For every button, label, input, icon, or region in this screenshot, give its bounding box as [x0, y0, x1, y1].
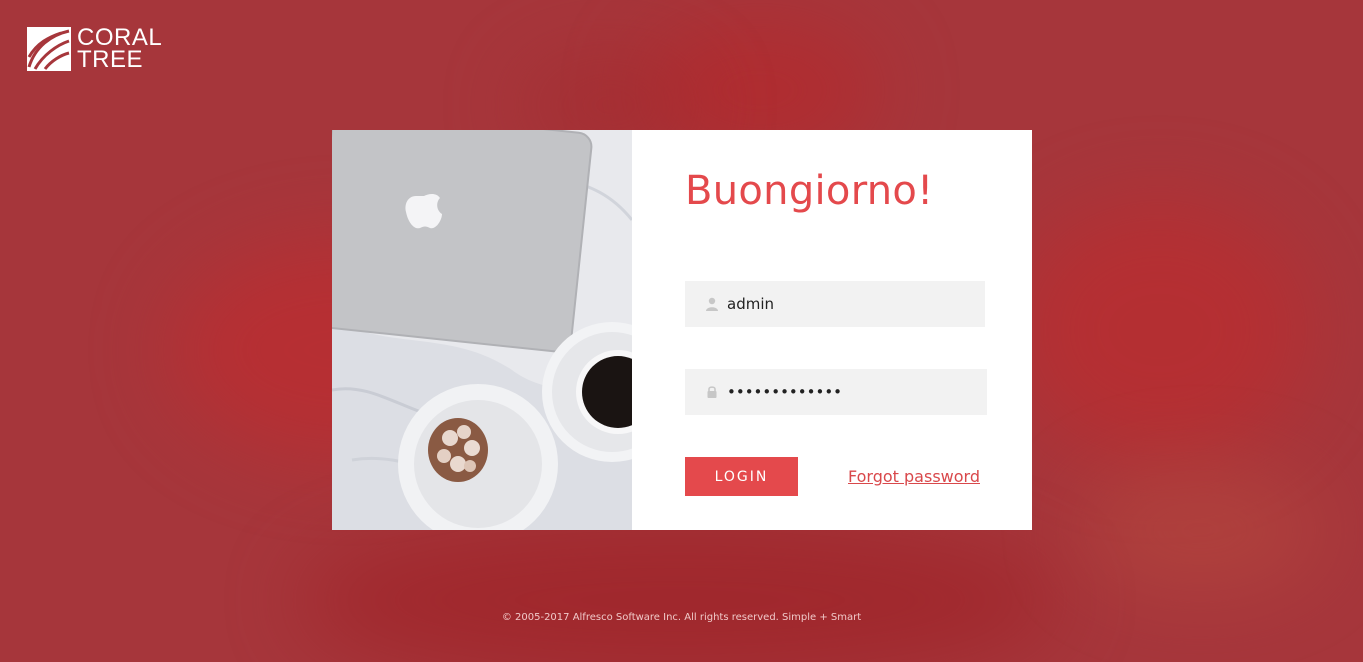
background-blur — [300, 520, 1060, 662]
username-input[interactable] — [727, 295, 977, 313]
laptop-coffee-photo — [332, 130, 632, 530]
login-form: Buongiorno! LOGIN Forgot password — [632, 130, 1032, 530]
brand-name: CORAL TREE — [77, 26, 162, 73]
login-photo — [332, 130, 632, 530]
password-input[interactable] — [727, 383, 977, 401]
background-blur — [1010, 200, 1310, 460]
login-card: Buongiorno! LOGIN Forgot password — [332, 130, 1032, 530]
brand-logo: CORAL TREE — [27, 26, 162, 73]
background-blur — [1080, 470, 1320, 590]
forgot-password-link[interactable]: Forgot password — [848, 467, 980, 486]
coral-tree-logo-icon — [27, 27, 71, 71]
greeting-title: Buongiorno! — [685, 168, 934, 214]
username-field[interactable] — [685, 281, 985, 327]
password-field[interactable] — [685, 369, 987, 415]
user-icon — [706, 297, 718, 311]
login-button[interactable]: LOGIN — [685, 457, 798, 496]
lock-icon — [707, 386, 717, 398]
login-page: CORAL TREE Buongiorno! admin •••••••••••… — [0, 0, 1363, 662]
footer-copyright: © 2005-2017 Alfresco Software Inc. All r… — [501, 612, 862, 623]
brand-line2: TREE — [77, 46, 144, 73]
